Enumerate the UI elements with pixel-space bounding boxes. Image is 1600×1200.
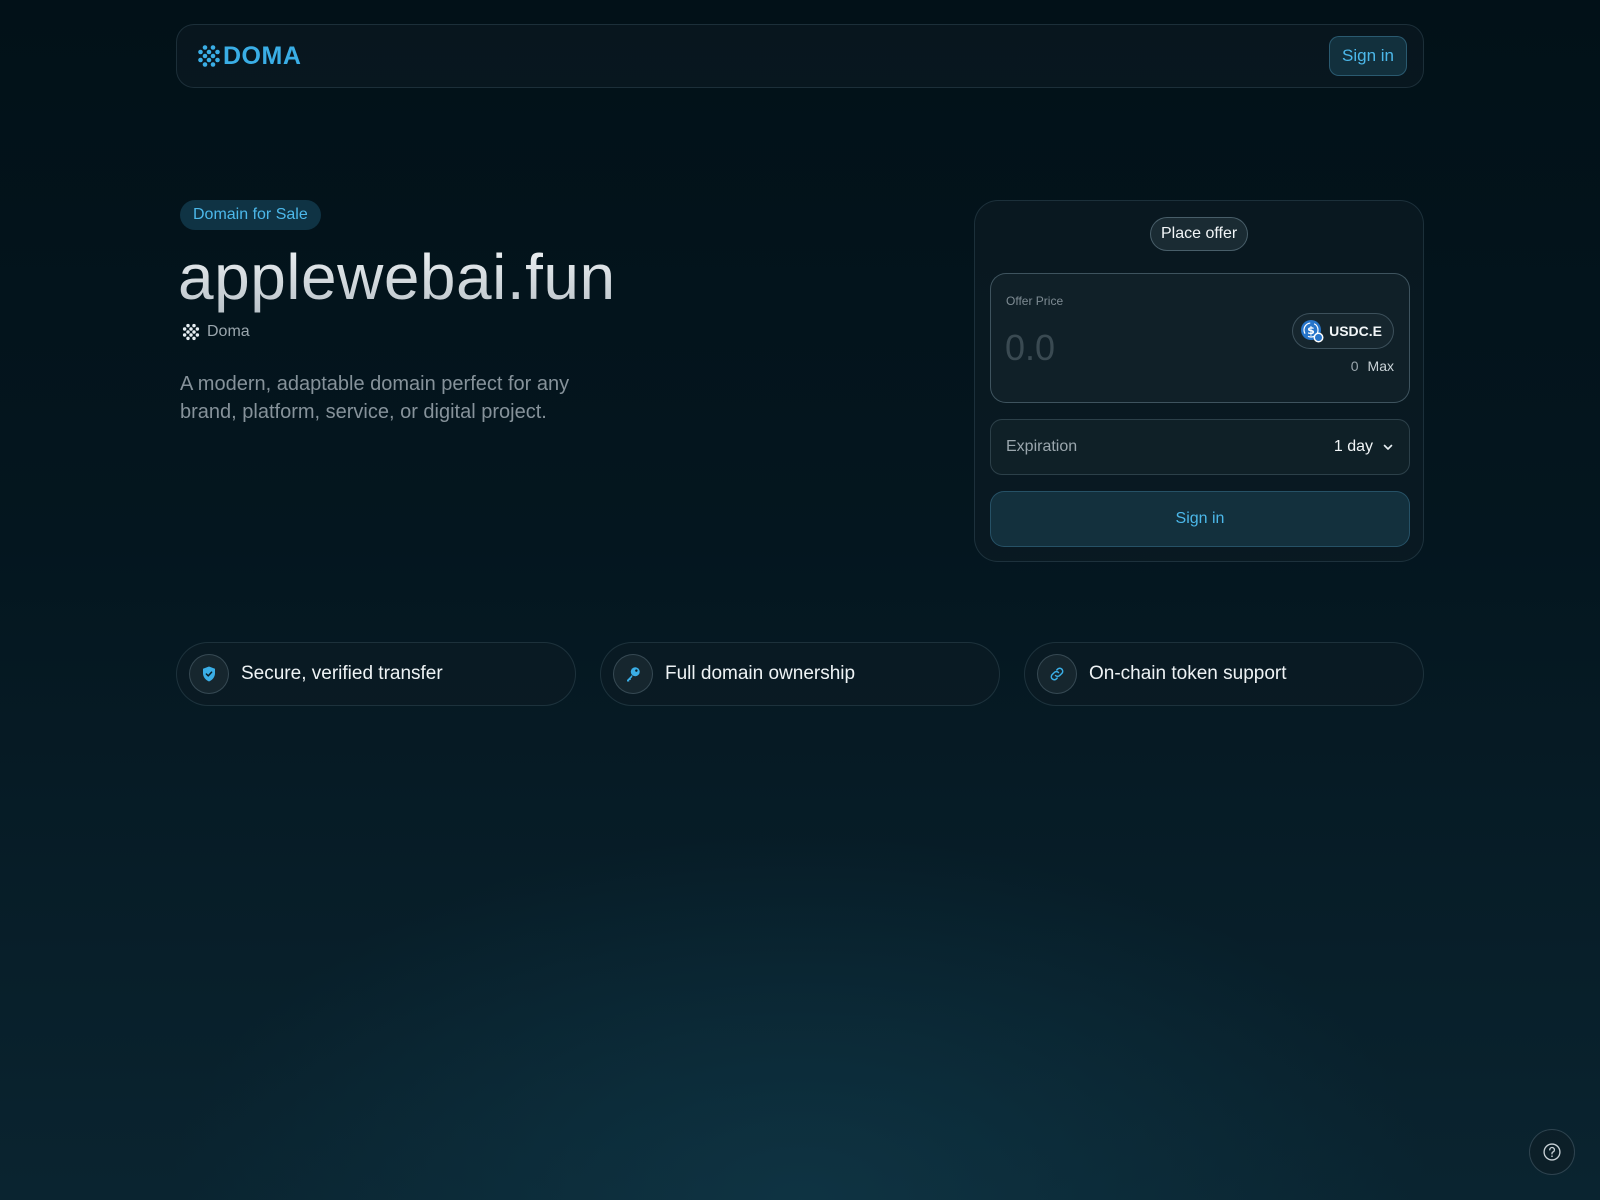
feature-label: On-chain token support <box>1089 663 1287 684</box>
features-row: Secure, verified transfer Full domain ow… <box>176 642 1424 706</box>
expiration-label: Expiration <box>1006 438 1078 455</box>
shield-check-icon <box>189 654 229 694</box>
token-selector[interactable]: $ USDC.E <box>1292 313 1394 349</box>
domain-for-sale-badge: Domain for Sale <box>180 200 321 230</box>
feature-domain-ownership: Full domain ownership <box>600 642 1000 706</box>
balance-row: 0 Max <box>1351 358 1394 374</box>
offer-card: Place offer Offer Price $ USDC.E 0 Max E… <box>974 200 1424 562</box>
max-button[interactable]: Max <box>1368 358 1394 374</box>
registrar-name: Doma <box>207 323 250 340</box>
question-mark-icon <box>1543 1143 1561 1161</box>
feature-secure-transfer: Secure, verified transfer <box>176 642 576 706</box>
token-balance: 0 <box>1350 358 1359 374</box>
help-button[interactable] <box>1529 1129 1575 1175</box>
top-navbar: DOMA Sign in <box>176 24 1424 88</box>
feature-label: Secure, verified transfer <box>241 663 443 684</box>
expiration-value: 1 day <box>1333 438 1373 455</box>
offer-sign-in-button[interactable]: Sign in <box>990 491 1410 547</box>
chevron-down-icon <box>1383 444 1393 450</box>
logo-text: DOMA <box>223 41 302 70</box>
offer-price-label: Offer Price <box>1006 294 1064 308</box>
usdc-token-icon: $ <box>1300 319 1324 343</box>
key-icon <box>613 654 653 694</box>
expiration-select[interactable]: Expiration 1 day <box>990 419 1410 475</box>
feature-onchain-token: On-chain token support <box>1024 642 1424 706</box>
doma-logo[interactable]: DOMA <box>197 42 301 71</box>
doma-icon <box>182 323 200 341</box>
place-offer-tab[interactable]: Place offer <box>1150 217 1249 251</box>
registrar-label: Doma <box>182 323 250 341</box>
token-symbol: USDC.E <box>1329 323 1382 339</box>
header-sign-in-button[interactable]: Sign in <box>1329 36 1407 76</box>
offer-price-box: Offer Price $ USDC.E 0 Max <box>990 273 1410 403</box>
svg-text:$: $ <box>1307 324 1315 337</box>
expiration-value-wrap: 1 day <box>1334 438 1394 456</box>
offer-price-input[interactable] <box>1005 326 1265 370</box>
link-icon <box>1037 654 1077 694</box>
domain-description: A modern, adaptable domain perfect for a… <box>180 373 570 423</box>
feature-label: Full domain ownership <box>665 663 856 684</box>
doma-logo-icon <box>198 45 220 67</box>
domain-name-title: applewebai.fun <box>178 241 616 313</box>
